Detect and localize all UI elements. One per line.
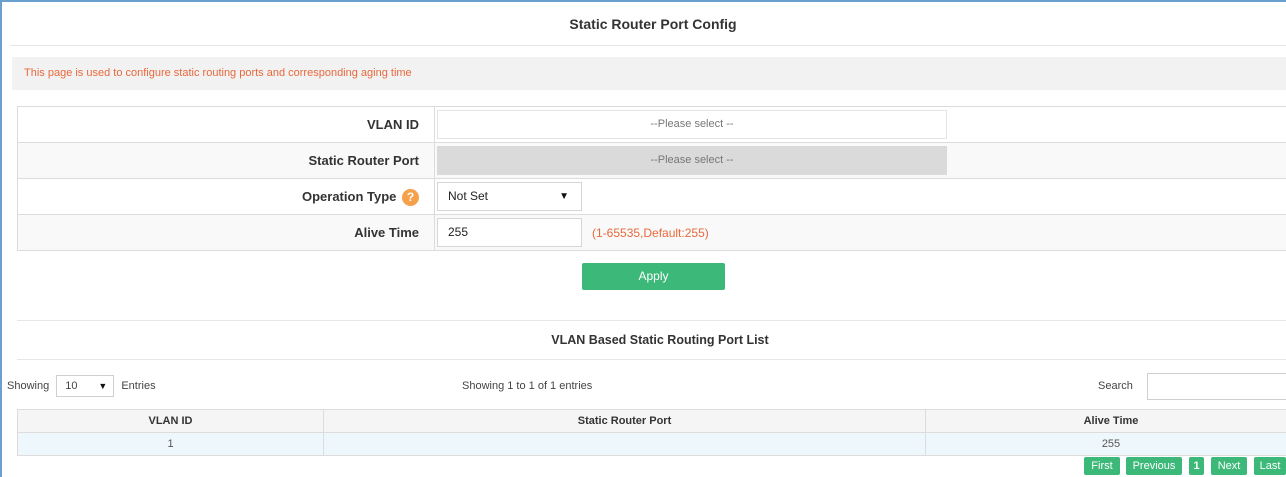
- chevron-down-icon: ▼: [98, 381, 108, 392]
- entries-suffix: Entries: [121, 380, 156, 392]
- search-input[interactable]: [1147, 373, 1286, 400]
- column-header-alive-time[interactable]: Alive Time: [925, 409, 1286, 433]
- alive-time-cell: 255 (1-65535,Default:255): [434, 215, 1286, 251]
- entries-length-control: Showing 10 ▼ Entries: [7, 375, 156, 398]
- first-page-button[interactable]: First: [1084, 457, 1120, 475]
- entries-per-page-select[interactable]: 10 ▼: [56, 375, 115, 398]
- cell-alive-time: 255: [925, 432, 1286, 456]
- divider: [17, 359, 1286, 360]
- static-router-port-select[interactable]: --Please select --: [437, 146, 947, 175]
- vlan-id-label: VLAN ID: [367, 117, 419, 132]
- config-form: VLAN ID --Please select -- Static Router…: [17, 106, 1286, 251]
- operation-type-label-wrap: Operation Type ?: [18, 179, 419, 215]
- divider: [10, 45, 1286, 46]
- vlan-id-select[interactable]: --Please select --: [437, 110, 947, 139]
- alive-time-hint: (1-65535,Default:255): [592, 226, 709, 240]
- static-router-port-cell: --Please select --: [434, 143, 1286, 179]
- next-page-button[interactable]: Next: [1211, 457, 1247, 475]
- cell-vlan-id: 1: [17, 432, 324, 456]
- previous-page-button[interactable]: Previous: [1126, 457, 1182, 475]
- operation-type-label: Operation Type: [301, 189, 397, 204]
- vlan-id-cell: --Please select --: [434, 107, 1286, 143]
- operation-type-select[interactable]: Not Set ▼: [437, 182, 582, 211]
- form-row-operation-type: Operation Type ? Not Set ▼: [17, 179, 1286, 215]
- entries-per-page-value: 10: [65, 380, 78, 393]
- alive-time-input[interactable]: 255: [437, 218, 582, 247]
- table-info: Showing 1 to 1 of 1 entries: [462, 380, 593, 392]
- list-title: VLAN Based Static Routing Port List: [551, 333, 769, 347]
- form-row-vlan-id: VLAN ID --Please select --: [17, 107, 1286, 143]
- info-banner: This page is used to configure static ro…: [12, 57, 1286, 90]
- operation-type-cell: Not Set ▼: [434, 179, 1286, 215]
- last-page-button[interactable]: Last: [1254, 457, 1286, 475]
- column-header-vlan-id[interactable]: VLAN ID: [17, 409, 324, 433]
- alive-time-label: Alive Time: [354, 225, 419, 240]
- table-row[interactable]: 1 255: [17, 432, 1286, 456]
- search-label: Search: [1098, 380, 1133, 392]
- form-row-alive-time: Alive Time 255 (1-65535,Default:255): [17, 215, 1286, 251]
- operation-type-value: Not Set: [448, 189, 489, 203]
- page-title: Static Router Port Config: [569, 16, 737, 32]
- showing-prefix: Showing: [7, 380, 50, 392]
- question-circle-icon[interactable]: ?: [402, 189, 419, 207]
- table-header-row: VLAN ID Static Router Port Alive Time: [17, 409, 1286, 433]
- divider: [17, 320, 1286, 321]
- form-row-static-router-port: Static Router Port --Please select --: [17, 143, 1286, 179]
- column-header-static-router-port[interactable]: Static Router Port: [323, 409, 926, 433]
- page-number-button[interactable]: 1: [1189, 457, 1204, 475]
- static-router-port-label: Static Router Port: [308, 153, 419, 168]
- apply-button[interactable]: Apply: [582, 263, 725, 290]
- static-routing-port-table: VLAN ID Static Router Port Alive Time 1 …: [17, 409, 1286, 456]
- chevron-down-icon: ▼: [559, 191, 569, 202]
- cell-static-router-port: [323, 432, 926, 456]
